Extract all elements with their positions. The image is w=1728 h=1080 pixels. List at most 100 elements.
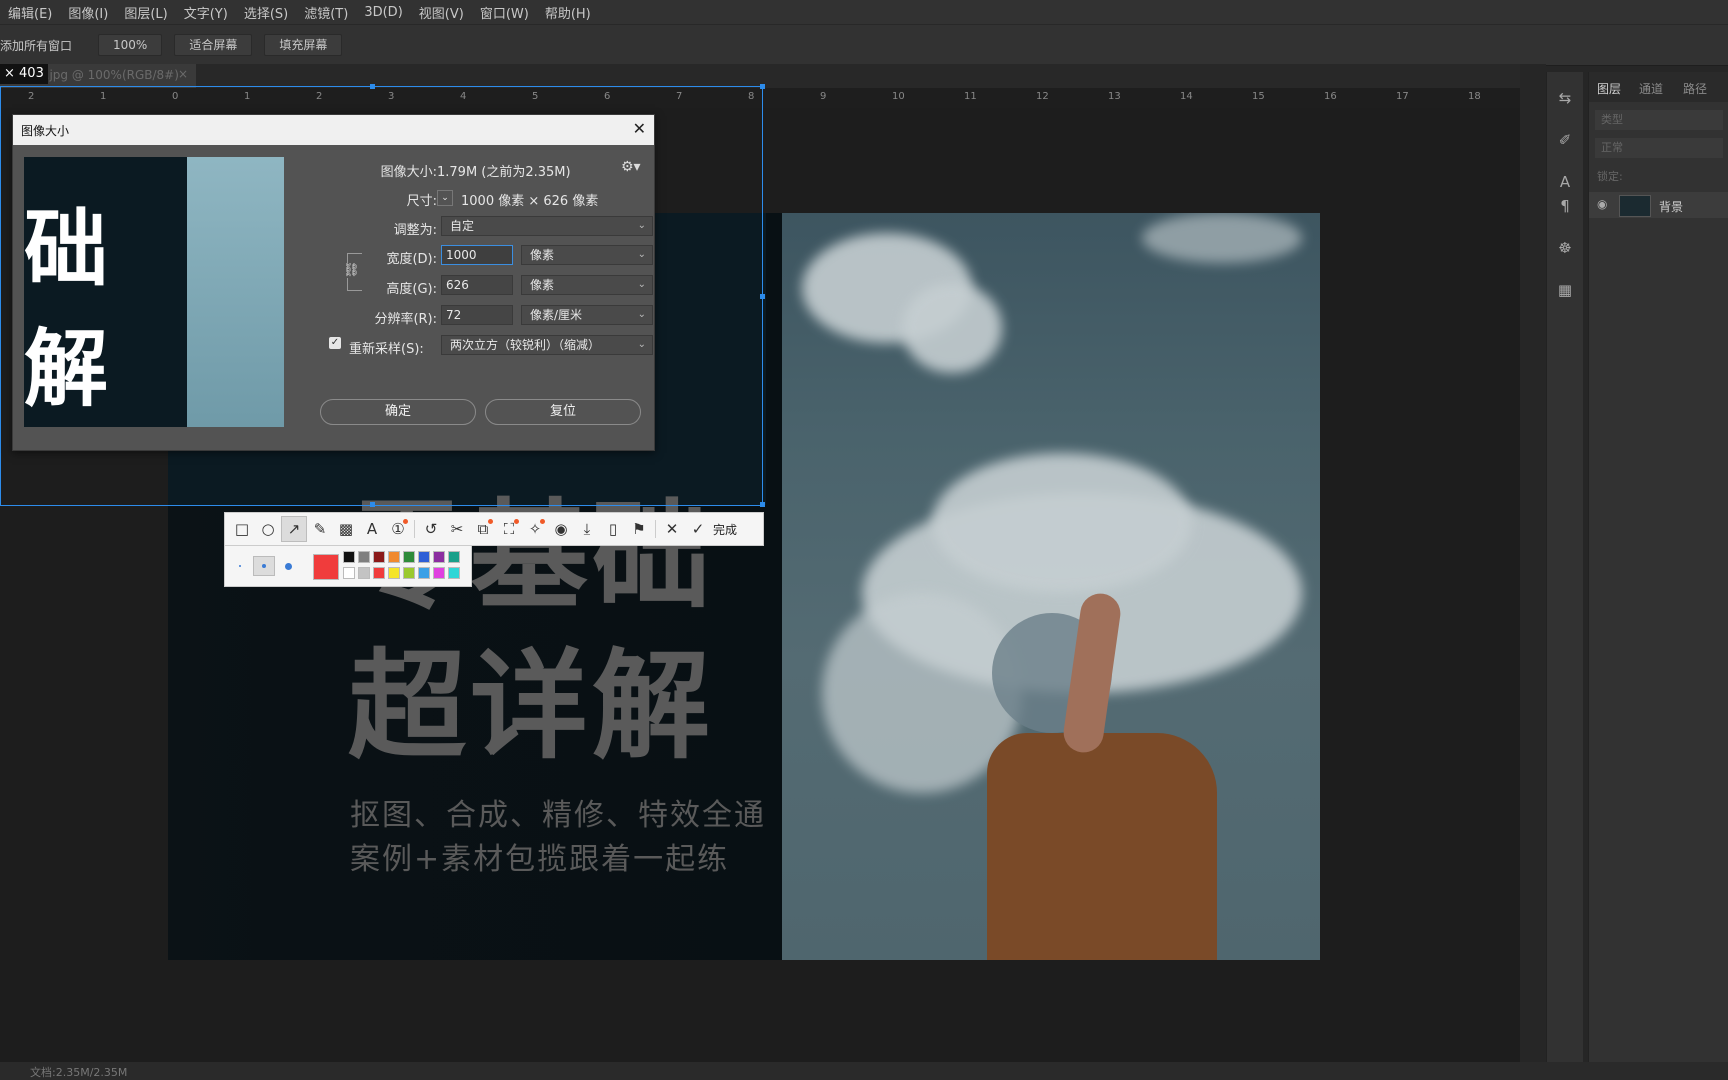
selection-handle[interactable] bbox=[760, 502, 765, 507]
color-swatch[interactable] bbox=[418, 567, 430, 579]
brush-settings-icon[interactable]: ✐ bbox=[1555, 130, 1575, 150]
fit-to-label: 调整为: bbox=[393, 223, 437, 238]
arrow-icon[interactable]: ↗ bbox=[281, 516, 307, 542]
menu-view[interactable]: 视图(V) bbox=[411, 3, 472, 22]
done-button[interactable]: 完成 bbox=[713, 521, 737, 538]
crop-icon[interactable]: ✂ bbox=[444, 516, 470, 542]
color-swatch[interactable] bbox=[388, 567, 400, 579]
ok-button[interactable]: 确定 bbox=[320, 399, 476, 425]
menu-type[interactable]: 文字(Y) bbox=[176, 3, 236, 22]
color-swatch[interactable] bbox=[433, 567, 445, 579]
resolution-label: 分辨率(R): bbox=[374, 312, 437, 327]
color-swatch[interactable] bbox=[448, 551, 460, 563]
check-icon[interactable]: ✓ bbox=[685, 516, 711, 542]
color-swatch[interactable] bbox=[433, 551, 445, 563]
menu-select[interactable]: 选择(S) bbox=[236, 3, 296, 22]
menu-help[interactable]: 帮助(H) bbox=[537, 3, 599, 22]
resample-select[interactable]: 两次立方（较锐利）（缩减） ⌄ bbox=[441, 335, 653, 355]
ruler-tick: 12 bbox=[1036, 91, 1049, 102]
color-swatch[interactable] bbox=[403, 551, 415, 563]
color-swatch[interactable] bbox=[373, 551, 385, 563]
cancel-icon[interactable]: ✕ bbox=[659, 516, 685, 542]
fit-to-select[interactable]: 自定 ⌄ bbox=[441, 216, 653, 236]
menu-edit[interactable]: 编辑(E) bbox=[0, 3, 60, 22]
color-swatch[interactable] bbox=[448, 567, 460, 579]
dimensions-unit-dropdown[interactable]: ⌄ bbox=[437, 190, 453, 206]
cloud-photo bbox=[782, 213, 1320, 960]
reset-button[interactable]: 复位 bbox=[485, 399, 641, 425]
scroll-all-windows-label[interactable]: 添加所有窗口 bbox=[0, 37, 72, 54]
size-large-dot[interactable] bbox=[277, 556, 299, 576]
layer-row[interactable]: ◉ 背景 bbox=[1589, 192, 1728, 218]
color-swatch[interactable] bbox=[343, 567, 355, 579]
selection-handle[interactable] bbox=[760, 294, 765, 299]
image-size-label: 图像大小: bbox=[380, 165, 437, 180]
menu-image[interactable]: 图像(I) bbox=[60, 3, 116, 22]
record-icon[interactable]: ◉ bbox=[548, 516, 574, 542]
tab-paths[interactable]: 路径 bbox=[1683, 80, 1707, 97]
size-medium-dot[interactable] bbox=[253, 556, 275, 576]
chevron-down-icon: ⌄ bbox=[637, 309, 646, 320]
height-unit-select[interactable]: 像素 ⌄ bbox=[521, 275, 653, 295]
translate-icon[interactable]: ✧ bbox=[522, 516, 548, 542]
selection-handle[interactable] bbox=[760, 84, 765, 89]
layer-filter-input[interactable]: 类型 bbox=[1595, 110, 1723, 130]
image-size-value: 1.79M (之前为2.35M) bbox=[437, 165, 571, 180]
current-color-swatch[interactable] bbox=[313, 554, 339, 580]
paragraph-icon[interactable]: ¶ bbox=[1555, 196, 1575, 216]
layers-panel: 图层 通道 路径 类型 正常 锁定: ◉ 背景 bbox=[1588, 72, 1728, 1062]
history-icon[interactable]: ⇆ bbox=[1555, 88, 1575, 108]
menu-filter[interactable]: 滤镜(T) bbox=[296, 3, 356, 22]
resolution-input[interactable]: 72 bbox=[441, 305, 513, 325]
panel-icon-bar: ⇆ ✐ A ¶ ☸ ▦ bbox=[1546, 72, 1583, 1062]
layer-name[interactable]: 背景 bbox=[1659, 198, 1683, 215]
dialog-titlebar[interactable]: 图像大小 ✕ bbox=[13, 115, 654, 145]
number-icon[interactable]: ① bbox=[385, 516, 411, 542]
zoom-100-button[interactable]: 100% bbox=[98, 34, 163, 56]
color-swatch[interactable] bbox=[343, 551, 355, 563]
gear-icon[interactable]: ⚙▾ bbox=[621, 159, 641, 175]
resample-checkbox[interactable]: ✓ bbox=[329, 337, 341, 349]
download-icon[interactable]: ⤓ bbox=[574, 516, 600, 542]
pin-icon[interactable]: ⧉ bbox=[470, 516, 496, 542]
menu-window[interactable]: 窗口(W) bbox=[472, 3, 537, 22]
lock-label: 锁定: bbox=[1597, 170, 1623, 183]
menu-layer[interactable]: 图层(L) bbox=[116, 3, 175, 22]
image-preview[interactable]: 础 解 bbox=[24, 157, 284, 427]
tab-layers[interactable]: 图层 bbox=[1597, 80, 1621, 97]
selection-handle[interactable] bbox=[370, 84, 375, 89]
grid-icon[interactable]: ▦ bbox=[1555, 280, 1575, 300]
pencil-icon[interactable]: ✎ bbox=[307, 516, 333, 542]
color-swatch[interactable] bbox=[358, 551, 370, 563]
color-swatch[interactable] bbox=[403, 567, 415, 579]
save-icon[interactable]: ▯ bbox=[600, 516, 626, 542]
ocr-icon[interactable]: ⛶ bbox=[496, 516, 522, 542]
close-icon[interactable]: ✕ bbox=[633, 119, 646, 138]
blend-mode-select[interactable]: 正常 bbox=[1595, 138, 1723, 158]
fit-screen-button[interactable]: 适合屏幕 bbox=[174, 34, 253, 56]
color-swatch[interactable] bbox=[388, 551, 400, 563]
rectangle-icon[interactable]: □ bbox=[229, 516, 255, 542]
fill-screen-button[interactable]: 填充屏幕 bbox=[264, 34, 343, 56]
character-icon[interactable]: A bbox=[1555, 172, 1575, 192]
ellipse-icon[interactable]: ○ bbox=[255, 516, 281, 542]
text-icon[interactable]: A bbox=[359, 516, 385, 542]
height-input[interactable]: 626 bbox=[441, 275, 513, 295]
bookmark-icon[interactable]: ⚑ bbox=[626, 516, 652, 542]
document-tab-close-icon[interactable]: × bbox=[178, 67, 188, 81]
width-input[interactable]: 1000 bbox=[441, 245, 513, 265]
mosaic-icon[interactable]: ▩ bbox=[333, 516, 359, 542]
resolution-unit-select[interactable]: 像素/厘米 ⌄ bbox=[521, 305, 653, 325]
eye-icon[interactable]: ◉ bbox=[1597, 197, 1607, 211]
selection-handle[interactable] bbox=[370, 502, 375, 507]
tab-channels[interactable]: 通道 bbox=[1639, 80, 1663, 97]
width-unit-select[interactable]: 像素 ⌄ bbox=[521, 245, 653, 265]
glyphs-icon[interactable]: ☸ bbox=[1555, 238, 1575, 258]
color-swatch[interactable] bbox=[373, 567, 385, 579]
color-swatch[interactable] bbox=[418, 551, 430, 563]
size-small-dot[interactable] bbox=[229, 556, 251, 576]
color-swatch[interactable] bbox=[358, 567, 370, 579]
menu-3d[interactable]: 3D(D) bbox=[356, 5, 410, 20]
undo-icon[interactable]: ↺ bbox=[418, 516, 444, 542]
ruler-tick: 18 bbox=[1468, 91, 1481, 102]
